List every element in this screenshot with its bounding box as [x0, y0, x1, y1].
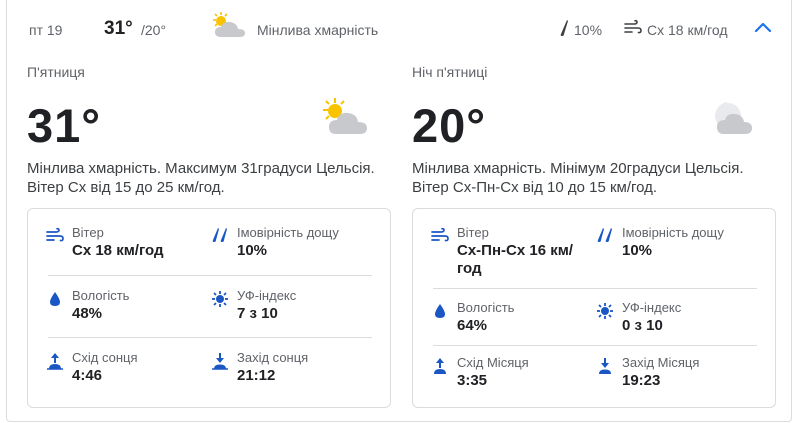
night-humidity-label: Вологість: [457, 300, 515, 315]
night-moonrise-label: Схід Місяця: [457, 355, 529, 370]
day-rain-label: Імовірність дощу: [237, 225, 339, 240]
summary-rain-chance: 10%: [574, 22, 603, 38]
summary-condition: Мінлива хмарність: [257, 22, 379, 38]
uv-sun-icon: [212, 291, 228, 307]
day-humidity-label: Вологість: [72, 288, 130, 303]
day-wind-value: Сх 18 км/год: [72, 242, 164, 259]
forecast-card: пт 19 31° /20° Мінлива хмарність 10% Сх …: [6, 0, 792, 422]
raindrop-icon: [560, 20, 568, 36]
wind-icon: [431, 227, 449, 242]
night-description: Мінлива хмарність. Мінімум 20градуси Цел…: [412, 160, 744, 196]
night-label: Ніч п'ятниці: [412, 64, 488, 80]
rain-icon: [597, 228, 612, 242]
summary-high-temp: 31°: [104, 18, 133, 39]
night-humidity-value: 64%: [457, 317, 488, 334]
divider: [433, 288, 757, 289]
divider: [433, 345, 757, 346]
night-moonset-label: Захід Місяця: [622, 355, 700, 370]
chevron-up-icon[interactable]: [753, 18, 773, 36]
divider: [48, 337, 372, 338]
humidity-drop-icon: [435, 304, 445, 318]
summary-wind: Сх 18 км/год: [647, 22, 728, 38]
night-uv-label: УФ-індекс: [622, 300, 682, 315]
day-rain-value: 10%: [237, 242, 268, 259]
night-rain-label: Імовірність дощу: [622, 225, 724, 240]
partly-cloudy-night-icon: [715, 102, 752, 134]
summary-row[interactable]: пт 19 31° /20° Мінлива хмарність 10% Сх …: [7, 0, 791, 56]
moonset-icon: [599, 358, 611, 374]
night-temperature: 20°: [412, 99, 487, 152]
day-description: Мінлива хмарність. Максимум 31градуси Це…: [27, 160, 375, 196]
day-uv-value: 7 з 10: [237, 305, 278, 322]
partly-cloudy-icon: [323, 98, 367, 134]
night-wind-value: Сх-Пн-Сх 16 км/год: [457, 242, 573, 277]
night-wind-label: Вітер: [457, 225, 489, 240]
day-uv-label: УФ-індекс: [237, 288, 297, 303]
wind-icon: [46, 227, 64, 242]
day-temperature: 31°: [27, 99, 102, 152]
summary-low-temp: /20°: [141, 22, 167, 38]
sunrise-icon: [47, 353, 63, 370]
day-humidity-value: 48%: [72, 305, 103, 322]
partly-cloudy-icon: [213, 12, 245, 37]
night-details-box: Вітер Сх-Пн-Сх 16 км/год Імовірність дощ…: [412, 208, 776, 408]
day-sunrise-value: 4:46: [72, 367, 103, 384]
wind-icon: [624, 20, 642, 34]
day-details-box: Вітер Сх 18 км/год Імовірність дощу 10% …: [27, 208, 391, 408]
night-moonset-value: 19:23: [622, 372, 661, 389]
uv-sun-icon: [597, 303, 613, 319]
divider: [48, 275, 372, 276]
day-wind-label: Вітер: [72, 225, 104, 240]
day-label: П'ятниця: [27, 64, 85, 80]
summary-day: пт 19: [29, 22, 63, 38]
night-rain-value: 10%: [622, 242, 653, 259]
moonrise-icon: [434, 358, 446, 374]
rain-icon: [212, 228, 227, 242]
sunset-icon: [212, 353, 228, 370]
day-sunset-value: 21:12: [237, 367, 276, 384]
day-sunset-label: Захід сонця: [237, 350, 309, 365]
day-sunrise-label: Схід сонця: [72, 350, 138, 365]
night-uv-value: 0 з 10: [622, 317, 663, 334]
humidity-drop-icon: [50, 292, 60, 306]
night-moonrise-value: 3:35: [457, 372, 488, 389]
